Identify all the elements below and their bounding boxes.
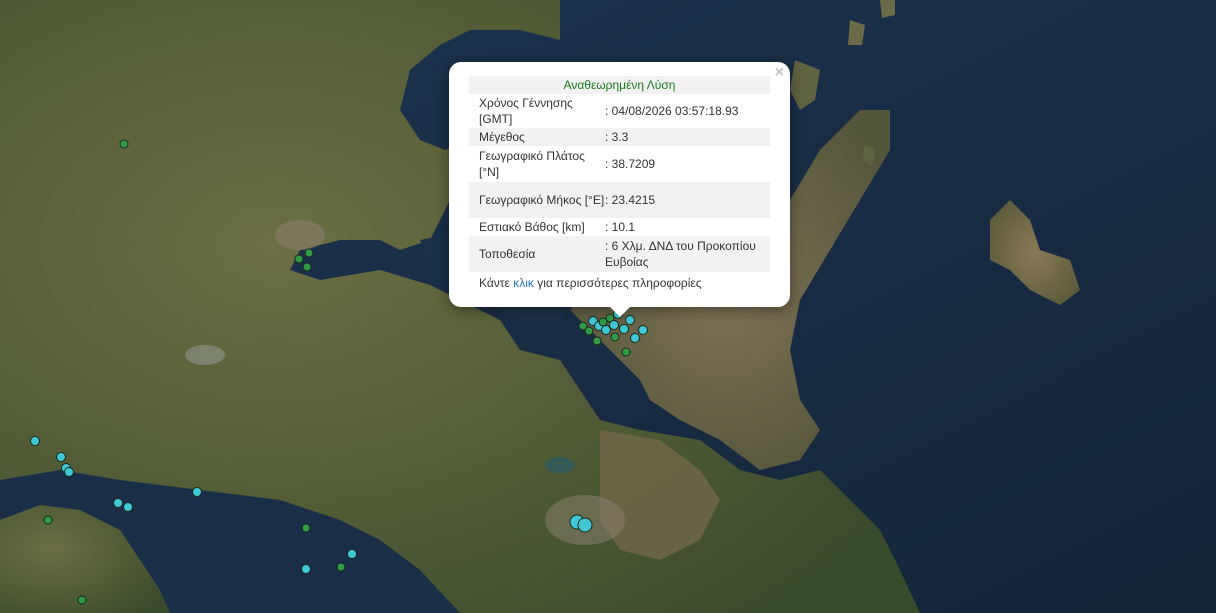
- recent-earthquake-marker[interactable]: [630, 333, 640, 343]
- table-row: Γεωγραφικό Πλάτος [°N] : 38.7209: [469, 146, 770, 182]
- older-earthquake-marker[interactable]: [610, 332, 620, 342]
- older-earthquake-marker[interactable]: [43, 515, 53, 525]
- table-row: Εστιακό Βάθος [km] : 10.1: [469, 218, 770, 236]
- row-label: Γεωγραφικό Πλάτος [°N]: [479, 149, 585, 179]
- older-earthquake-marker[interactable]: [336, 562, 346, 572]
- recent-earthquake-marker[interactable]: [638, 325, 648, 335]
- row-label: Μέγεθος: [469, 128, 605, 146]
- recent-earthquake-marker[interactable]: [64, 467, 74, 477]
- row-value: : 6 Χλμ. ΔΝΔ του Προκοπίου Ευβοίας: [605, 236, 770, 272]
- table-row: Χρόνος Γέννησης [GMT] : 04/08/2026 03:57…: [469, 94, 770, 128]
- footer-suffix: για περισσότερες πληροφορίες: [533, 276, 702, 290]
- popup-content: Αναθεωρημένη Λύση Χρόνος Γέννησης [GMT] …: [469, 76, 770, 291]
- older-earthquake-marker[interactable]: [302, 262, 312, 272]
- older-earthquake-marker[interactable]: [77, 595, 87, 605]
- popup-title: Αναθεωρημένη Λύση: [469, 76, 770, 94]
- popup-footer: Κάντε κλικ για περισσότερες πληροφορίες: [469, 275, 770, 291]
- event-info-table: Χρόνος Γέννησης [GMT] : 04/08/2026 03:57…: [469, 94, 770, 272]
- row-value: : 38.7209: [605, 157, 656, 171]
- close-icon[interactable]: ×: [775, 65, 784, 81]
- popup-tip: [609, 306, 631, 317]
- row-value: : 04/08/2026 03:57:18.93: [605, 104, 739, 118]
- row-value: : 23.4215: [605, 182, 770, 218]
- footer-prefix: Κάντε: [479, 276, 514, 290]
- row-label: Γεωγραφικό Μήκος [°E]: [469, 182, 605, 218]
- recent-earthquake-marker[interactable]: [347, 549, 357, 559]
- recent-earthquake-marker[interactable]: [609, 320, 619, 330]
- recent-earthquake-marker[interactable]: [123, 502, 133, 512]
- older-earthquake-marker[interactable]: [621, 347, 631, 357]
- recent-earthquake-marker[interactable]: [301, 564, 311, 574]
- more-info-link[interactable]: κλικ: [513, 276, 534, 290]
- table-row: Τοποθεσία : 6 Χλμ. ΔΝΔ του Προκοπίου Ευβ…: [469, 236, 770, 272]
- row-label: Τοποθεσία: [469, 236, 605, 272]
- recent-earthquake-marker[interactable]: [619, 324, 629, 334]
- earthquake-popup: × Αναθεωρημένη Λύση Χρόνος Γέννησης [GMT…: [449, 62, 790, 317]
- older-earthquake-marker[interactable]: [584, 326, 594, 336]
- older-earthquake-marker[interactable]: [592, 336, 602, 346]
- older-earthquake-marker[interactable]: [294, 254, 304, 264]
- row-label: Χρόνος Γέννησης [GMT]: [479, 96, 573, 126]
- row-value: : 3.3: [605, 128, 770, 146]
- row-value: : 10.1: [605, 220, 636, 234]
- recent-earthquake-marker[interactable]: [30, 436, 40, 446]
- recent-earthquake-marker[interactable]: [577, 517, 593, 533]
- row-label: Εστιακό Βάθος [km]: [479, 220, 585, 234]
- older-earthquake-marker[interactable]: [119, 139, 129, 149]
- recent-earthquake-marker[interactable]: [192, 487, 202, 497]
- table-row: Γεωγραφικό Μήκος [°E] : 23.4215: [469, 182, 770, 218]
- recent-earthquake-marker[interactable]: [56, 452, 66, 462]
- older-earthquake-marker[interactable]: [301, 523, 311, 533]
- table-row: Μέγεθος : 3.3: [469, 128, 770, 146]
- older-earthquake-marker[interactable]: [304, 248, 314, 258]
- recent-earthquake-marker[interactable]: [113, 498, 123, 508]
